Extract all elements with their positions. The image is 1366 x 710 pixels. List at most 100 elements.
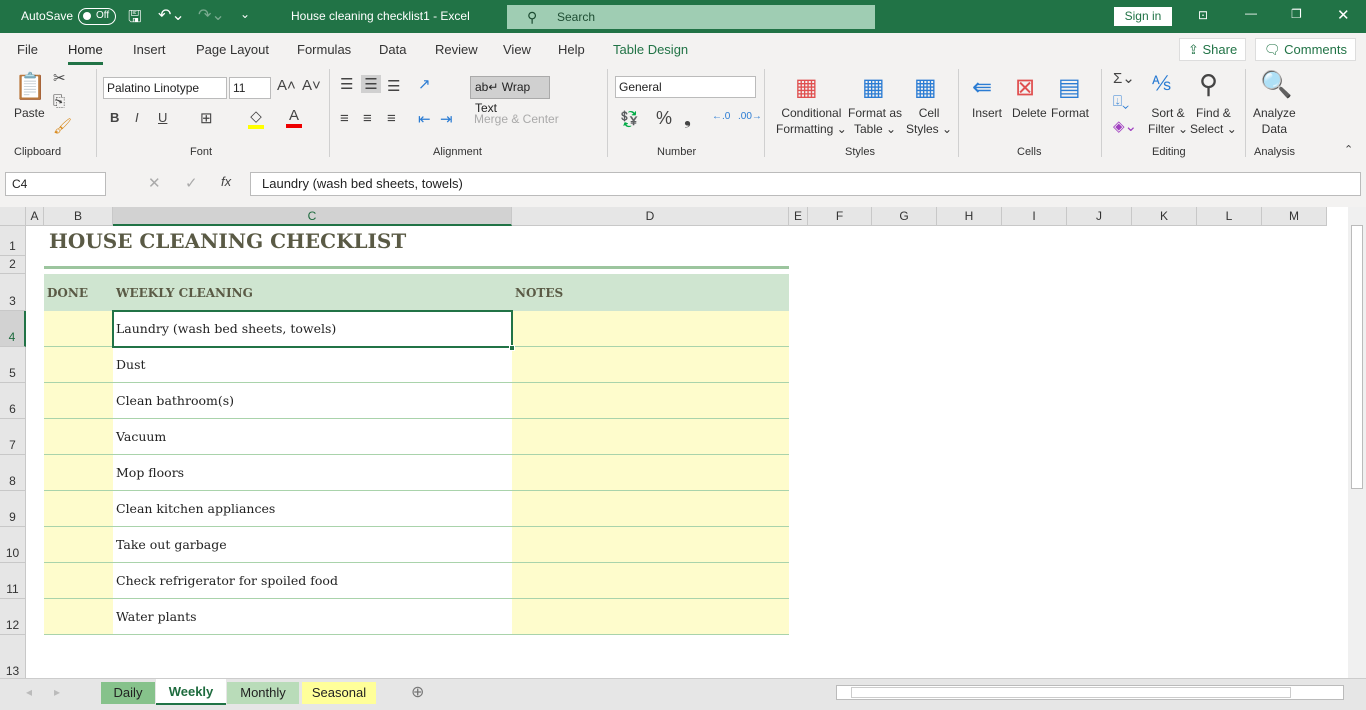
vertical-scroll-thumb[interactable]: [1351, 225, 1363, 489]
merge-center-button[interactable]: Merge & Center: [474, 111, 559, 127]
done-cell[interactable]: [44, 455, 113, 491]
font-name-select[interactable]: Palatino Linotype: [103, 77, 227, 99]
row-header-5[interactable]: 5: [0, 347, 26, 383]
tab-file[interactable]: File: [17, 42, 38, 57]
undo-icon[interactable]: ↶⌄: [158, 5, 185, 25]
task-cell[interactable]: Take out garbage: [113, 527, 512, 563]
row-header-4[interactable]: 4: [0, 311, 26, 347]
cut-icon[interactable]: ✂: [53, 69, 66, 87]
fill-icon[interactable]: ⍗⌄: [1113, 93, 1129, 110]
increase-decimal-icon[interactable]: ←.0: [712, 111, 730, 122]
row-header-6[interactable]: 6: [0, 383, 26, 419]
borders-icon[interactable]: ⊞: [200, 109, 213, 127]
tab-help[interactable]: Help: [558, 42, 585, 57]
vertical-scrollbar[interactable]: [1348, 207, 1366, 678]
done-cell[interactable]: [44, 311, 113, 347]
task-cell[interactable]: Mop floors: [113, 455, 512, 491]
paste-icon[interactable]: 📋: [14, 71, 46, 102]
row-header-10[interactable]: 10: [0, 527, 26, 563]
sign-in-button[interactable]: Sign in: [1114, 7, 1172, 26]
autosave-toggle[interactable]: Off: [78, 8, 116, 25]
tab-view[interactable]: View: [503, 42, 531, 57]
increase-font-icon[interactable]: A˄: [277, 77, 296, 94]
decrease-decimal-icon[interactable]: .00→: [738, 111, 762, 122]
task-cell[interactable]: Vacuum: [113, 419, 512, 455]
name-box[interactable]: C4: [5, 172, 106, 196]
done-cell[interactable]: [44, 491, 113, 527]
done-cell[interactable]: [44, 527, 113, 563]
redo-icon[interactable]: ↷⌄: [198, 5, 225, 25]
format-cells-icon[interactable]: ▤: [1058, 73, 1081, 102]
percent-icon[interactable]: %: [656, 108, 672, 129]
delete-button[interactable]: Delete: [1012, 105, 1047, 121]
done-cell[interactable]: [44, 347, 113, 383]
notes-cell[interactable]: [512, 311, 789, 347]
font-size-select[interactable]: 11: [229, 77, 271, 99]
format-as-table-button[interactable]: Format as Table ⌄: [848, 105, 902, 137]
row-header-9[interactable]: 9: [0, 491, 26, 527]
wrap-text-button[interactable]: ab↵ Wrap Text: [470, 76, 550, 115]
accounting-format-icon[interactable]: 💱: [620, 110, 639, 128]
paste-button[interactable]: Paste: [14, 105, 45, 121]
row-header-7[interactable]: 7: [0, 419, 26, 455]
decrease-font-icon[interactable]: A˅: [302, 77, 321, 94]
orientation-icon[interactable]: ↗: [418, 75, 431, 93]
row-header-8[interactable]: 8: [0, 455, 26, 491]
sheet-tab-weekly[interactable]: Weekly: [156, 679, 226, 705]
column-header-D[interactable]: D: [512, 207, 789, 226]
clear-icon[interactable]: ◈⌄: [1113, 117, 1137, 135]
column-header-E[interactable]: E: [789, 207, 808, 226]
close-icon[interactable]: ✕: [1337, 6, 1350, 24]
notes-cell[interactable]: [512, 383, 789, 419]
formula-input[interactable]: Laundry (wash bed sheets, towels): [250, 172, 1361, 196]
column-header-A[interactable]: A: [26, 207, 44, 226]
format-painter-icon[interactable]: 🖌: [53, 117, 72, 135]
done-cell[interactable]: [44, 599, 113, 635]
task-cell[interactable]: Check refrigerator for spoiled food: [113, 563, 512, 599]
header-notes[interactable]: NOTES: [512, 274, 563, 311]
minimize-icon[interactable]: —: [1245, 6, 1257, 20]
done-cell[interactable]: [44, 383, 113, 419]
done-cell[interactable]: [44, 419, 113, 455]
task-cell[interactable]: Clean kitchen appliances: [113, 491, 512, 527]
underline-button[interactable]: U: [158, 110, 167, 125]
copy-icon[interactable]: ⎘: [53, 93, 65, 110]
row-header-3[interactable]: 3: [0, 274, 26, 311]
align-bottom-icon[interactable]: ☰: [387, 77, 400, 95]
done-cell[interactable]: [44, 563, 113, 599]
insert-button[interactable]: Insert: [972, 105, 1002, 121]
notes-cell[interactable]: [512, 527, 789, 563]
tab-home[interactable]: Home: [68, 42, 103, 65]
bold-button[interactable]: B: [110, 110, 119, 125]
sort-filter-button[interactable]: Sort & Filter ⌄: [1148, 105, 1188, 137]
select-all-corner[interactable]: [0, 207, 26, 226]
align-middle-icon[interactable]: ☰: [361, 75, 381, 93]
tab-review[interactable]: Review: [435, 42, 478, 57]
sheet-tab-seasonal[interactable]: Seasonal: [302, 682, 376, 704]
delete-cells-icon[interactable]: ⊠: [1015, 73, 1035, 102]
tab-insert[interactable]: Insert: [133, 42, 166, 57]
comments-button[interactable]: 🗨 Comments: [1255, 38, 1356, 61]
header-weekly-cleaning[interactable]: WEEKLY CLEANING: [113, 274, 253, 311]
row-header-12[interactable]: 12: [0, 599, 26, 635]
number-format-select[interactable]: General: [615, 76, 756, 98]
tab-table-design[interactable]: Table Design: [613, 42, 688, 57]
fill-handle[interactable]: [509, 345, 515, 351]
column-header-J[interactable]: J: [1067, 207, 1132, 226]
autosum-icon[interactable]: Σ⌄: [1113, 69, 1135, 87]
task-cell[interactable]: Dust: [113, 347, 512, 383]
format-as-table-icon[interactable]: ▦: [862, 73, 885, 102]
column-header-M[interactable]: M: [1262, 207, 1327, 226]
insert-function-button[interactable]: fx: [221, 174, 231, 189]
scroll-tabs-right-icon[interactable]: ▸: [54, 685, 60, 699]
new-sheet-icon[interactable]: ⊕: [411, 682, 424, 702]
font-color-icon[interactable]: A: [286, 107, 302, 128]
italic-button[interactable]: I: [135, 110, 139, 125]
column-header-K[interactable]: K: [1132, 207, 1197, 226]
conditional-formatting-button[interactable]: Conditional Formatting ⌄: [776, 105, 847, 137]
customize-toolbar-icon[interactable]: ⌄: [240, 7, 250, 21]
find-select-icon[interactable]: ⚲: [1199, 69, 1218, 100]
tab-formulas[interactable]: Formulas: [297, 42, 351, 57]
analyze-data-button[interactable]: Analyze Data: [1253, 105, 1296, 137]
ribbon-display-icon[interactable]: ⊡: [1198, 8, 1208, 22]
